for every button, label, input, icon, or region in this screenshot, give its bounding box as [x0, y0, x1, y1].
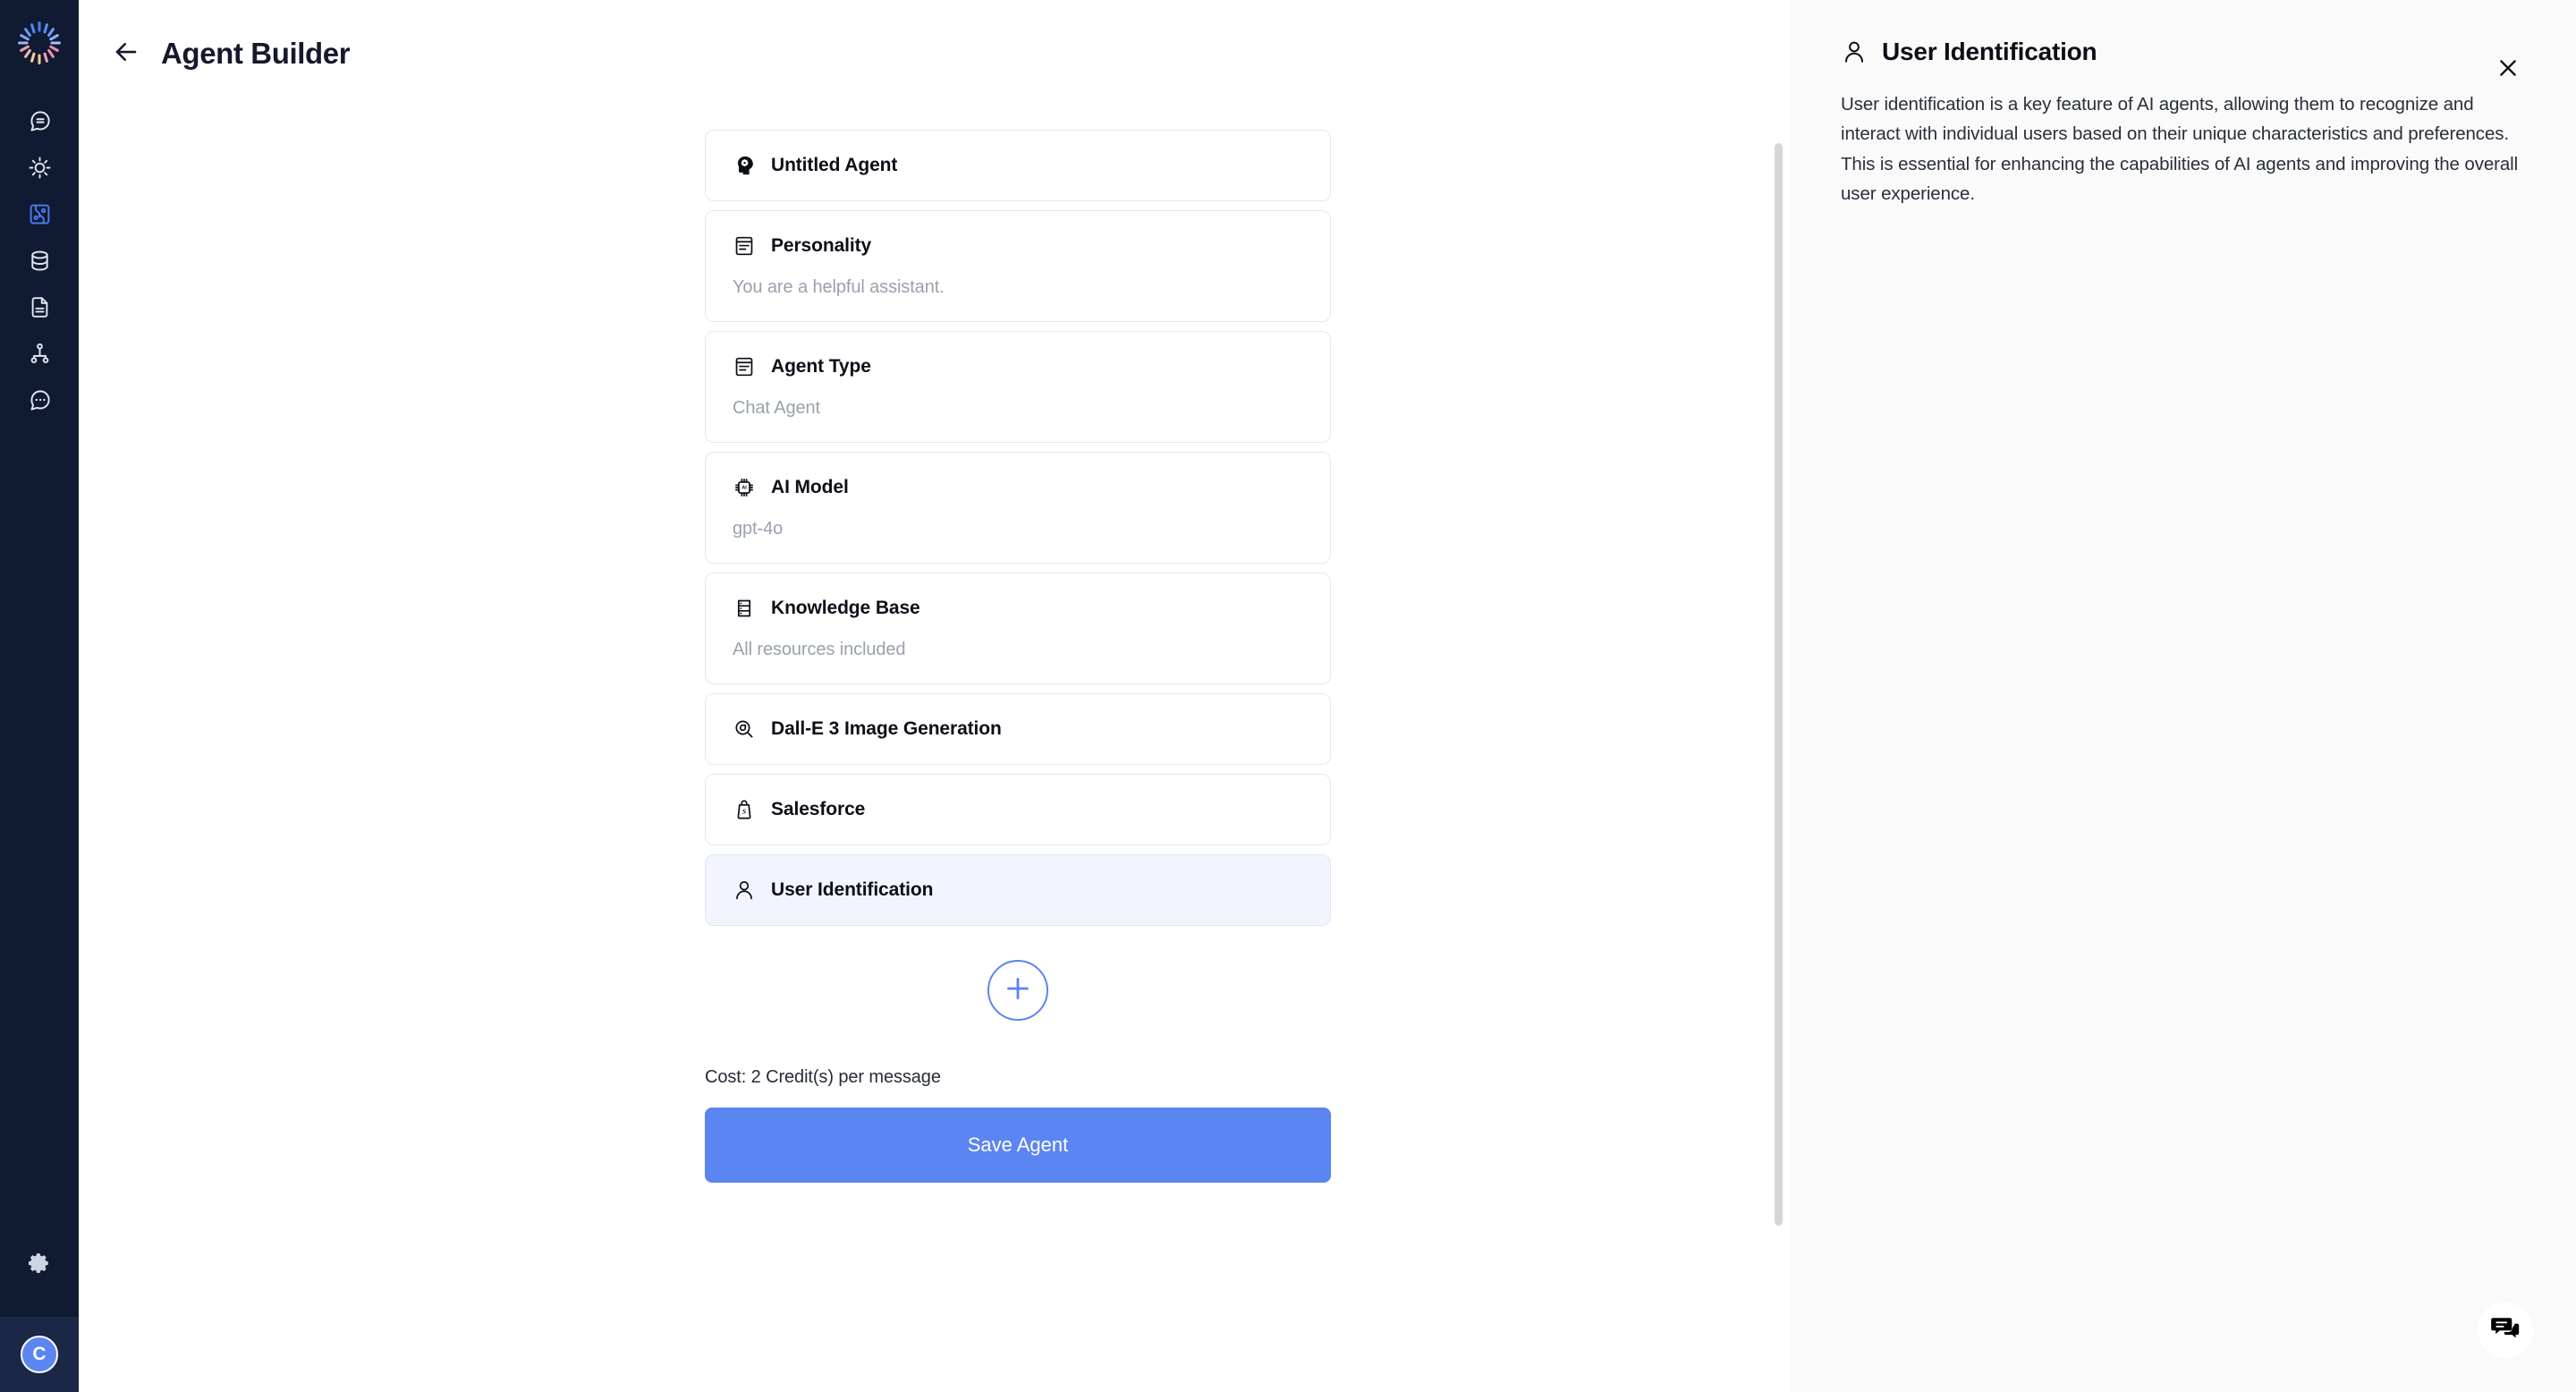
agent-card-salesforce[interactable]: S Salesforce: [705, 774, 1331, 845]
add-block-row: [705, 960, 1331, 1021]
card-title: User Identification: [771, 879, 934, 900]
card-title: Salesforce: [771, 799, 866, 819]
bag-icon: S: [733, 798, 756, 821]
svg-text:AI: AI: [741, 486, 747, 491]
head-gear-icon: [733, 154, 756, 177]
agent-card-user-identification[interactable]: User Identification: [705, 854, 1331, 926]
chat-support-button[interactable]: [2478, 1303, 2533, 1358]
sidebar-item-chat[interactable]: [14, 100, 64, 147]
brand-burst-logo[interactable]: [14, 18, 64, 68]
plus-icon: [1002, 972, 1034, 1009]
agent-card-ai-model[interactable]: AI AI Model gpt-4o: [705, 452, 1331, 564]
user-icon: [1841, 38, 1868, 65]
circuit-node-icon: [28, 202, 52, 231]
agent-card-untitled-agent[interactable]: Untitled Agent: [705, 130, 1331, 201]
arrow-left-icon: [113, 38, 140, 70]
card-header: S Salesforce: [733, 798, 1303, 821]
app-root: C Agent Builder Untitled Agent Personali…: [0, 0, 2576, 1392]
sidebar-item-automations[interactable]: [14, 147, 64, 193]
card-title: AI Model: [771, 477, 849, 497]
page-title: Agent Builder: [161, 37, 351, 70]
chat-bubbles-icon: [2488, 1311, 2522, 1350]
cost-label: Cost: 2 Credit(s) per message: [705, 1067, 941, 1087]
detail-side-panel: User Identification User identification …: [1789, 0, 2576, 1392]
card-title: Dall-E 3 Image Generation: [771, 718, 1002, 739]
text-block-icon: [733, 355, 756, 378]
org-tree-icon: [28, 342, 52, 370]
sidebar-item-knowledge[interactable]: [14, 240, 64, 286]
panel-title: User Identification: [1882, 38, 2097, 65]
user-icon: [733, 878, 756, 902]
card-header: Knowledge Base: [733, 597, 1303, 620]
card-title: Agent Type: [771, 356, 871, 377]
sidebar-item-workflows[interactable]: [14, 333, 64, 379]
card-header: AI AI Model: [733, 476, 1303, 499]
ai-chip-icon: AI: [733, 476, 756, 499]
card-title: Untitled Agent: [771, 155, 898, 175]
card-title: Knowledge Base: [771, 598, 920, 618]
add-block-button[interactable]: [987, 960, 1048, 1021]
main-scrollbar-track[interactable]: [1769, 0, 1789, 1392]
main-scrollbar-thumb[interactable]: [1775, 143, 1783, 1226]
chat-bubble-equals-icon: [28, 109, 52, 138]
svg-text:S: S: [742, 808, 746, 816]
database-icon: [733, 597, 756, 620]
sidebar-item-conversations[interactable]: [14, 379, 64, 426]
sidebar-item-agent-builder[interactable]: [14, 193, 64, 240]
card-subtitle: All resources included: [733, 640, 906, 659]
card-header: User Identification: [733, 878, 1303, 902]
sun-gear-icon: [28, 156, 52, 184]
agent-card-knowledge-base[interactable]: Knowledge Base All resources included: [705, 573, 1331, 684]
sidebar-item-documents[interactable]: [14, 286, 64, 333]
back-button[interactable]: [111, 38, 141, 69]
card-header: Dall-E 3 Image Generation: [733, 717, 1303, 741]
rail-nav-list: [14, 100, 64, 426]
card-header: Agent Type: [733, 355, 1303, 378]
document-icon: [28, 295, 52, 324]
close-icon: [2496, 56, 2520, 84]
card-header: Personality: [733, 234, 1303, 258]
agent-card-dalle-image-generation[interactable]: Dall-E 3 Image Generation: [705, 693, 1331, 765]
database-icon: [28, 249, 52, 277]
agent-card-personality[interactable]: Personality You are a helpful assistant.: [705, 210, 1331, 322]
image-search-icon: [733, 717, 756, 741]
account-footer: C: [0, 1317, 79, 1392]
settings-button[interactable]: [14, 1240, 64, 1290]
panel-description: User identification is a key feature of …: [1841, 94, 2519, 205]
panel-header: User Identification: [1841, 38, 2531, 66]
card-title: Personality: [771, 235, 872, 256]
gear-icon: [27, 1251, 52, 1280]
save-agent-button[interactable]: Save Agent: [705, 1108, 1331, 1183]
text-block-icon: [733, 234, 756, 258]
card-subtitle: You are a helpful assistant.: [733, 277, 945, 297]
avatar[interactable]: C: [21, 1336, 58, 1373]
chat-dots-icon: [28, 388, 52, 417]
close-panel-button[interactable]: [2490, 52, 2526, 88]
card-subtitle: Chat Agent: [733, 398, 820, 418]
agent-card-agent-type[interactable]: Agent Type Chat Agent: [705, 331, 1331, 443]
main-content: Agent Builder Untitled Agent Personality…: [79, 0, 1789, 1392]
agent-card-list: Untitled Agent Personality You are a hel…: [705, 130, 1331, 1183]
card-subtitle: gpt-4o: [733, 519, 784, 539]
card-header: Untitled Agent: [733, 154, 1303, 177]
left-nav-rail: C: [0, 0, 79, 1392]
page-header: Agent Builder: [79, 0, 1789, 107]
